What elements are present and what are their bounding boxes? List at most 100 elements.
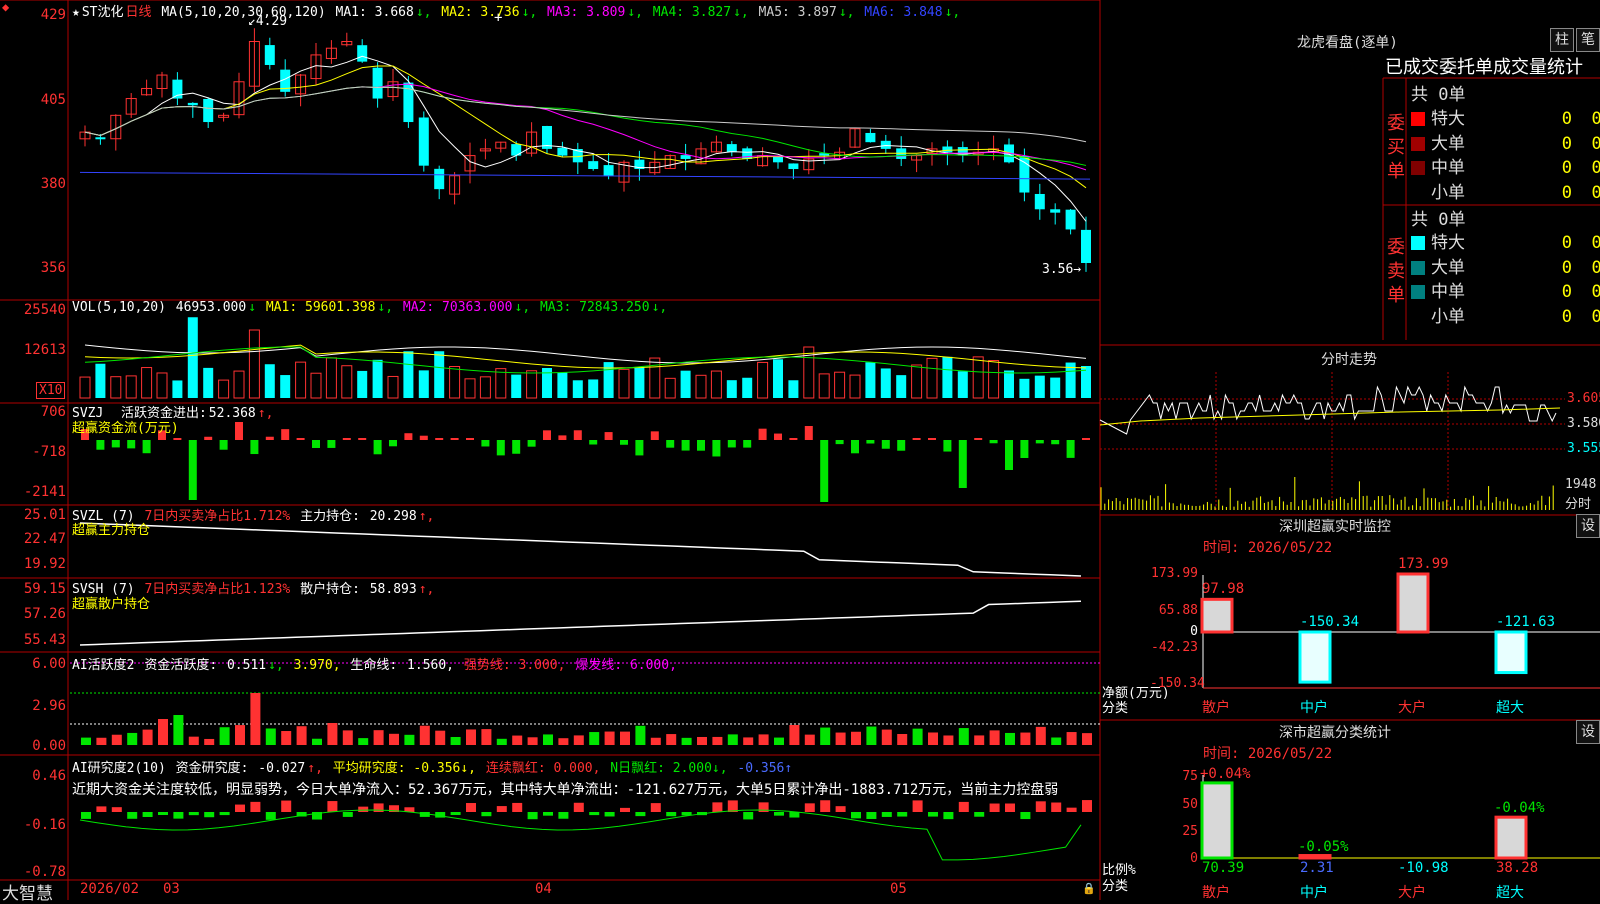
sz-mon-cat-0: 散户: [1202, 700, 1230, 716]
stock-name[interactable]: ST沈化: [82, 5, 124, 20]
lock-icon[interactable]: 🔒: [1082, 882, 1096, 895]
buy-pct-3: 0%: [1591, 182, 1600, 203]
svzj-bar-50: [851, 440, 859, 454]
svzj-bar-1: [96, 440, 105, 450]
ai-act-bar-9: [219, 727, 230, 745]
vol-bar-5: [156, 372, 168, 399]
ai-act-bar-14: [296, 726, 307, 745]
svzl-ytick-2: 19.92: [23, 556, 66, 572]
ai-act-bar-5: [158, 719, 168, 745]
ai-act-bar-0: [81, 737, 91, 745]
buy-row-2: 中单 0 0%: [1411, 153, 1600, 178]
corner-diamond-icon[interactable]: ◆: [2, 0, 9, 14]
svzj-bar-61: [1020, 440, 1029, 458]
ai-res-bar-48: [820, 800, 831, 812]
sz-mon-ytick-0: 173.99: [1151, 566, 1198, 581]
ai-res-bar-33: [589, 812, 600, 816]
ai-res-bar-24: [450, 812, 461, 816]
svzj-ytick-0: 706: [40, 404, 66, 420]
low-mark: 3.56→: [1042, 262, 1082, 277]
candle-body-42: [726, 144, 737, 153]
ai-act-bar-63: [1051, 737, 1062, 745]
svzj-bar-2: [111, 440, 120, 448]
sz-class-top-label-3: -0.04%: [1494, 800, 1545, 817]
ai-act-bar-34: [604, 731, 615, 745]
vol-bar-58: [972, 356, 984, 399]
sz-class-top-label-0: +0.04%: [1200, 765, 1251, 782]
ai-res-bar-35: [620, 807, 630, 812]
vol-items: MA1: 59601.398 ↓, MA2: 70363.000 ↓, MA3: 7…: [266, 300, 669, 315]
vol-bar-33: [588, 379, 599, 398]
candle-body-22: [418, 117, 429, 166]
buy-pct-0: 0%: [1591, 109, 1600, 129]
ai-res-bar-17: [342, 812, 353, 817]
ai-res-bar-25: [466, 803, 476, 812]
svzj-bar-59: [989, 440, 998, 444]
candle-body-7: [187, 102, 198, 106]
ai-act-bar-41: [712, 736, 723, 745]
period-label[interactable]: 日线: [125, 5, 151, 20]
vol-bar-25: [464, 378, 476, 399]
sz-class-settings-button[interactable]: 设: [1576, 720, 1600, 744]
ai-act-bar-49: [835, 732, 846, 745]
buy-name-1: 大单: [1431, 133, 1465, 154]
sz-monitor-settings-button[interactable]: 设: [1576, 514, 1600, 538]
svzj-bar-42: [727, 440, 736, 448]
x-label-2: 04: [535, 881, 552, 897]
ai-act-bar-48: [820, 727, 831, 745]
vol-bar-57: [957, 371, 968, 398]
candle-body-34: [603, 165, 614, 176]
buy-pct-2: 0%: [1591, 158, 1600, 178]
ai-res-bar-8: [204, 812, 215, 818]
ai-res-bar-11: [250, 801, 261, 812]
vol-bar-27: [495, 368, 507, 399]
buy-swatch-0: [1411, 112, 1425, 126]
vol-bar-56: [942, 356, 953, 398]
svzj-bar-32: [573, 430, 582, 440]
sz-mon-bar-2: [1396, 572, 1430, 634]
ai-act-bar-39: [681, 737, 692, 745]
svzj-bar-33: [589, 440, 598, 445]
sell-name-2: 中单: [1431, 282, 1465, 302]
candle-body-51: [865, 132, 876, 143]
ai-act-bar-40: [697, 736, 707, 745]
sz-class-bar-3: [1494, 815, 1528, 860]
bar-view-button[interactable]: 柱: [1550, 28, 1574, 52]
ai-res-bar-38: [666, 812, 677, 817]
vol-bar-12: [264, 364, 275, 398]
svzj-bar-16: [327, 440, 336, 448]
svzj-bar-9: [219, 440, 228, 450]
sz-class-ytick-2: 25: [1182, 824, 1198, 839]
svzj-bar-8: [204, 436, 213, 440]
buy-count-3: 0: [1561, 182, 1572, 203]
ma-item-1: MA2: 3.736: [433, 5, 520, 20]
vol-bar-32: [572, 380, 583, 398]
x-label-0: 2026/02: [80, 881, 140, 897]
ai-act-bar-57: [958, 728, 969, 745]
svzj-bar-55: [928, 438, 936, 440]
svzj-bar-25: [466, 438, 474, 440]
svzj-bar-31: [558, 435, 567, 440]
vol-bar-20: [387, 375, 399, 399]
app-logo-icon[interactable]: 大智慧: [2, 879, 53, 904]
ai-res-bar-34: [604, 812, 615, 817]
sz-mon-bar-label-3: -121.63: [1496, 614, 1556, 630]
svzj-bar-40: [697, 440, 705, 451]
ai-active-legend: AI活跃度2 资金活跃度: 0.511 ↓, 3.970, 生命线: 1.560,…: [72, 658, 677, 673]
x-label-1: 03: [163, 881, 180, 897]
vol-multiplier[interactable]: X10: [36, 382, 66, 399]
ai-act-bar-30: [543, 734, 553, 745]
ai-res-bar-63: [1051, 802, 1062, 812]
tick-view-button[interactable]: 笔: [1576, 28, 1600, 52]
svzj-bar-37: [650, 431, 659, 440]
ai-act-bar-18: [358, 738, 369, 745]
ai-act-bar-10: [235, 725, 245, 745]
ai-act-bar-53: [897, 733, 908, 745]
vol-arrow-1: ↓,: [514, 300, 531, 315]
sz-class-xlabel: 分类: [1102, 879, 1129, 894]
svzj-bar-38: [666, 440, 675, 448]
ai-res-bar-5: [158, 812, 168, 816]
svzj-sub: 超赢资金流(万元): [72, 421, 179, 436]
svzj-ytick-1: -718: [32, 444, 66, 460]
sell-count-1: 0: [1561, 257, 1572, 278]
